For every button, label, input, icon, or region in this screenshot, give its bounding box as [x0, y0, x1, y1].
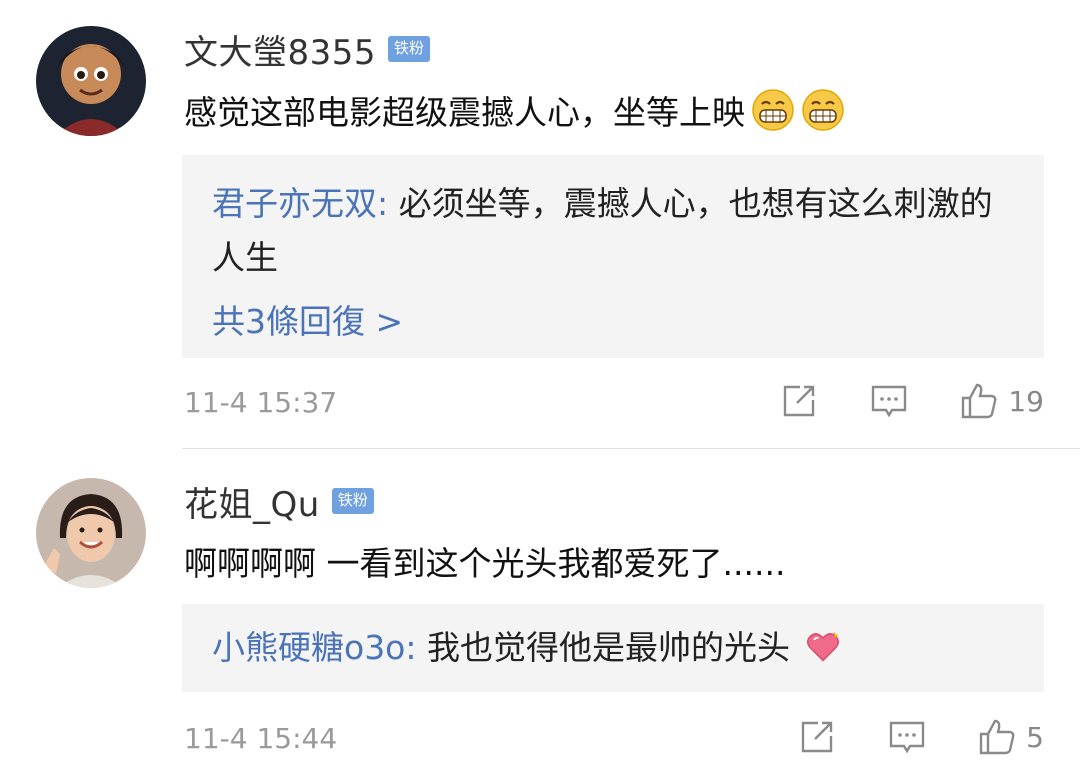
timestamp: 11-4 15:37 — [184, 386, 338, 419]
comment-item: 文大瑩8355 铁粉 感觉这部电影超级震撼人心，坐等上映 君子亦无双: 必须坐等… — [0, 0, 1080, 450]
reply-box[interactable]: 小熊硬糖o3o: 我也觉得他是最帅的光头 — [182, 604, 1044, 692]
heart-icon — [806, 632, 839, 662]
comment-body: 啊啊啊啊 一看到这个光头我都爱死了...... — [184, 544, 786, 583]
comment-actions: 5 — [798, 718, 1044, 756]
username-row: 文大瑩8355 铁粉 — [184, 24, 431, 74]
comment-icon[interactable] — [888, 718, 926, 756]
comment-item: 花姐_Qu 铁粉 啊啊啊啊 一看到这个光头我都爱死了...... 小熊硬糖o3o… — [0, 450, 1080, 762]
comment-text: 感觉这部电影超级震撼人心，坐等上映 — [184, 84, 845, 136]
view-replies-link[interactable]: 共3條回復 > — [212, 295, 403, 343]
comment-icon[interactable] — [870, 382, 908, 420]
share-icon[interactable] — [798, 718, 836, 756]
share-icon[interactable] — [780, 382, 818, 420]
comment-body: 感觉这部电影超级震撼人心，坐等上映 — [184, 93, 745, 132]
reply-username[interactable]: 君子亦无双 — [212, 184, 377, 223]
fan-badge: 铁粉 — [331, 488, 374, 514]
username-row: 花姐_Qu 铁粉 — [184, 476, 374, 526]
avatar[interactable] — [36, 26, 146, 136]
comment-text: 啊啊啊啊 一看到这个光头我都爱死了...... — [184, 536, 785, 586]
reply-text: 小熊硬糖o3o: 我也觉得他是最帅的光头 — [212, 621, 1004, 675]
username[interactable]: 文大瑩8355 — [184, 25, 376, 74]
avatar[interactable] — [36, 478, 146, 588]
comment-actions: 19 — [780, 382, 1044, 420]
fan-badge: 铁粉 — [388, 36, 431, 62]
thumbs-up-icon[interactable] — [960, 382, 998, 420]
reply-body: 我也觉得他是最帅的光头 — [427, 628, 790, 667]
reply-username[interactable]: 小熊硬糖o3o — [212, 628, 405, 667]
reply-text: 君子亦无双: 必须坐等，震撼人心，也想有这么刺激的人生 — [212, 177, 1004, 285]
timestamp: 11-4 15:44 — [184, 722, 338, 755]
divider — [182, 448, 1080, 449]
like-count: 19 — [1008, 384, 1044, 418]
grin-emoji-icon — [802, 89, 844, 131]
reply-box[interactable]: 君子亦无双: 必须坐等，震撼人心，也想有这么刺激的人生 共3條回復 > — [182, 155, 1044, 358]
thumbs-up-icon[interactable] — [978, 718, 1016, 756]
username[interactable]: 花姐_Qu — [184, 477, 320, 526]
reply-separator: : — [377, 184, 399, 223]
like-count: 5 — [1026, 720, 1044, 754]
reply-separator: : — [405, 628, 427, 667]
grin-emoji-icon — [752, 89, 794, 131]
